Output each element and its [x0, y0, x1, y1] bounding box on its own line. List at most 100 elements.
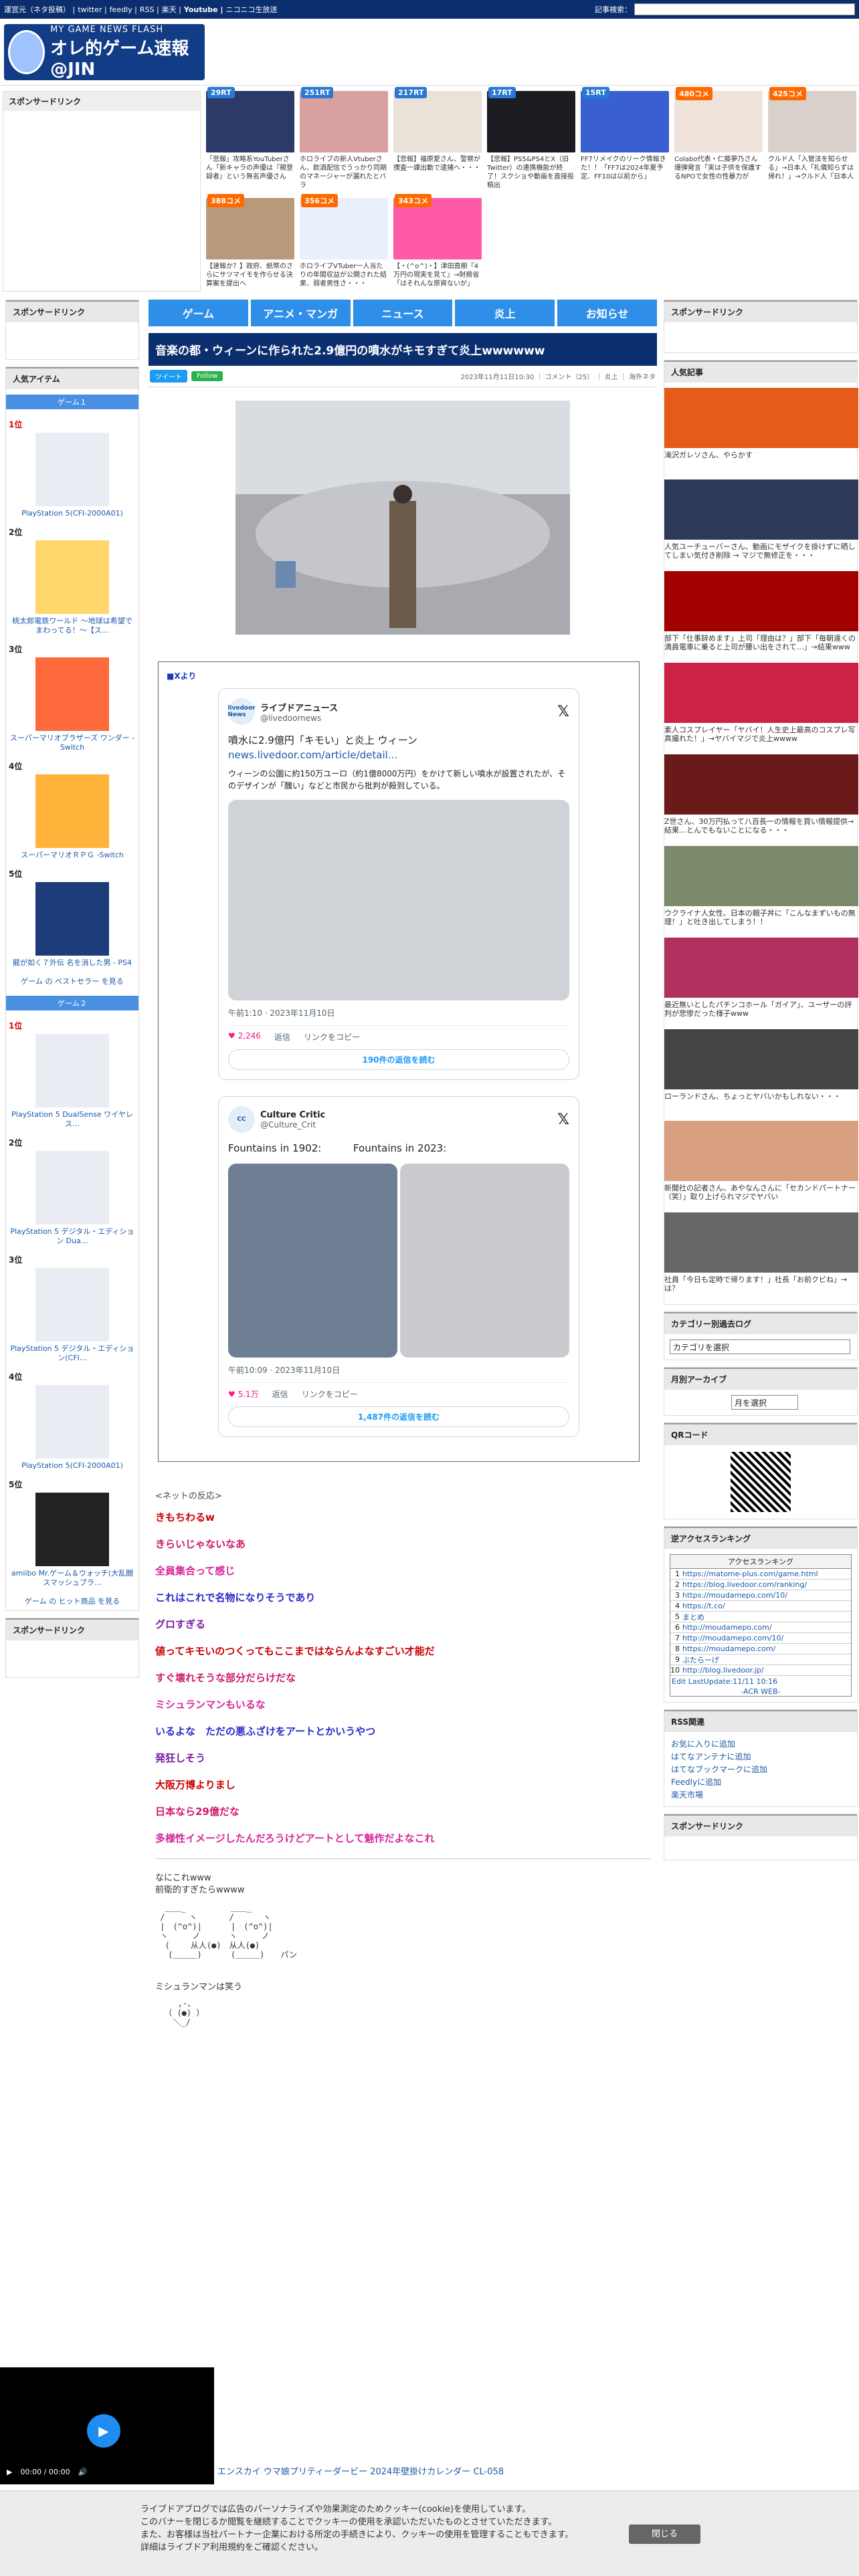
nav-tab[interactable]: ニュース: [353, 300, 453, 326]
thumb-item[interactable]: 388コメ 【速報か？】政府、紙幣のさらにサツマイモを作らせる決算案を提出へ: [206, 194, 294, 298]
pop-item[interactable]: 5位 amiibo Mr.ゲーム＆ウォッチ(大乱闘スマッシュブラ…: [6, 1475, 138, 1592]
heart-icon[interactable]: ♥ 2,246: [228, 1031, 261, 1043]
video-product-link[interactable]: エンスカイ ウマ娘プリティーダービー 2024年壁掛けカレンダー CL-058: [214, 2461, 696, 2480]
access-row[interactable]: 8 https://moudamepo.com/: [670, 1644, 851, 1654]
product-name[interactable]: PlayStation 5(CFI-2000A01): [9, 1461, 136, 1471]
pop-item[interactable]: 3位 スーパーマリオブラザーズ ワンダー -Switch: [6, 639, 138, 756]
product-name[interactable]: 桃太郎電鉄ワールド ～地球は希望でまわってる！～【ス…: [9, 617, 136, 635]
nav-tab[interactable]: ゲーム: [149, 300, 248, 326]
tweet1-share[interactable]: リンクをコピー: [304, 1031, 360, 1043]
product-name[interactable]: 龍が如く７外伝 名を消した男 - PS4: [9, 958, 136, 968]
ranking-article[interactable]: 部下「仕事辞めます」上司「理由は？」部下「毎朝遠くの満員電車に乗ると上司が腰い出…: [664, 571, 858, 655]
tweet2-share[interactable]: リンクをコピー: [302, 1388, 358, 1400]
access-footer[interactable]: -ACR WEB-: [670, 1687, 851, 1696]
product-name[interactable]: amiibo Mr.ゲーム＆ウォッチ(大乱闘スマッシュブラ…: [9, 1569, 136, 1588]
thumb-item[interactable]: 425コメ クルド人「入管法を知らせる」→日本人「礼儀知らずは帰れ！」→クルド人「…: [768, 87, 856, 191]
top-link[interactable]: Youtube |: [184, 5, 223, 14]
access-row[interactable]: 9 ぶたらーげ: [670, 1654, 851, 1665]
more2-link[interactable]: ゲーム の ヒット商品 を見る: [6, 1592, 138, 1610]
access-url[interactable]: https://matome-plus.com/game.html: [682, 1570, 818, 1578]
thumb-item[interactable]: 15RT FF7リメイクのリーク情報きた！！「FF7は2024年夏予定、FF10は…: [581, 87, 669, 191]
feedly-button[interactable]: Follow: [191, 371, 223, 381]
top-link[interactable]: ニコニコ生放送: [226, 5, 278, 14]
top-link[interactable]: twitter |: [78, 5, 106, 14]
pop-item[interactable]: 1位 PlayStation 5(CFI-2000A01): [6, 415, 138, 522]
top-link[interactable]: RSS |: [140, 5, 159, 14]
archive-select[interactable]: 月を選択: [731, 1395, 798, 1410]
access-url[interactable]: http://moudamepo.com/: [682, 1623, 772, 1632]
thumb-item[interactable]: 356コメ ホロライブVTuber一人当たりの年間収益が公開された結果、弱者男性さ…: [300, 194, 388, 298]
access-url[interactable]: https://moudamepo.com/: [682, 1644, 775, 1653]
site-logo[interactable]: MY GAME NEWS FLASH オレ的ゲーム速報@JIN: [4, 23, 205, 80]
product-name[interactable]: PlayStation 5 DualSense ワイヤレス…: [9, 1110, 136, 1129]
thumb-item[interactable]: 251RT ホロライブの新人Vtuberさん、飲酒配信でうっかり同期のマネージャー…: [300, 87, 388, 191]
access-url[interactable]: まとめ: [682, 1612, 704, 1622]
access-row[interactable]: 7 http://moudamepo.com/10/: [670, 1633, 851, 1644]
access-row[interactable]: 4 https://t.co/: [670, 1601, 851, 1612]
category-select[interactable]: カテゴリを選択: [670, 1339, 850, 1354]
top-link[interactable]: 楽天 |: [162, 5, 181, 14]
access-url[interactable]: http://moudamepo.com/10/: [682, 1634, 783, 1642]
nav-tab[interactable]: アニメ・マンガ: [250, 300, 351, 326]
play-small-icon[interactable]: ▶: [7, 2468, 12, 2476]
top-link[interactable]: feedly |: [110, 5, 137, 14]
search-input[interactable]: [634, 3, 855, 15]
rss-link[interactable]: はてなアンテナに追加: [664, 1750, 857, 1763]
product-name[interactable]: PlayStation 5(CFI-2000A01): [9, 509, 136, 518]
more1-link[interactable]: ゲーム の ベストセラー を見る: [6, 972, 138, 990]
access-update[interactable]: Edit LastUpdate:11/11 10:16: [670, 1676, 851, 1687]
nav-tab[interactable]: 炎上: [455, 300, 555, 326]
access-url[interactable]: https://moudamepo.com/10/: [682, 1591, 787, 1600]
heart-icon[interactable]: ♥ 5.1万: [228, 1388, 259, 1400]
access-url[interactable]: https://t.co/: [682, 1602, 725, 1610]
play-icon[interactable]: ▶: [87, 2414, 120, 2448]
product-name[interactable]: スーパーマリオブラザーズ ワンダー -Switch: [9, 734, 136, 752]
pop-item[interactable]: 3位 PlayStation 5 デジタル・エディション(CFI…: [6, 1250, 138, 1367]
ranking-article[interactable]: 素人コスプレイヤー「ヤバイ！人生史上最高のコスプレ写真撮れた！」→ヤバイマジで炎…: [664, 663, 858, 746]
product-name[interactable]: PlayStation 5 デジタル・エディション(CFI…: [9, 1344, 136, 1363]
access-row[interactable]: 2 https://blog.livedoor.com/ranking/: [670, 1580, 851, 1590]
thumb-item[interactable]: 17RT 【悲報】PS5&PS4とX（旧Twitter）の連携機能が終了！スクショ…: [487, 87, 575, 191]
access-url[interactable]: https://blog.livedoor.com/ranking/: [682, 1580, 807, 1589]
thumb-item[interactable]: 480コメ Colabo代表・仁藤夢乃さん爆弾発言「実は子供を保護するNPOで女性…: [674, 87, 763, 191]
pop-item[interactable]: 4位 PlayStation 5(CFI-2000A01): [6, 1367, 138, 1475]
tweet-card-2[interactable]: CC Culture Critic @Culture_Crit 𝕏 Founta…: [218, 1096, 579, 1437]
tweet1-more[interactable]: 190件の返信を読む: [228, 1049, 569, 1070]
access-row[interactable]: 3 https://moudamepo.com/10/: [670, 1590, 851, 1601]
pop-item[interactable]: 2位 PlayStation 5 デジタル・エディション Dua…: [6, 1133, 138, 1250]
pop-item[interactable]: 1位 PlayStation 5 DualSense ワイヤレス…: [6, 1016, 138, 1133]
tweet-button[interactable]: ツイート: [150, 370, 187, 383]
product-name[interactable]: PlayStation 5 デジタル・エディション Dua…: [9, 1227, 136, 1246]
pop-item[interactable]: 4位 スーパーマリオＲＰＧ -Switch: [6, 756, 138, 864]
access-url[interactable]: ぶたらーげ: [682, 1654, 719, 1665]
ranking-article[interactable]: Z世さん、30万円払って八百長一の情報を買い情報提供→結果…とんでもないことにな…: [664, 754, 858, 838]
thumb-item[interactable]: 343コメ 【・(^o^)・】津田直樹『4万円の現実を見て』→財務省「はそれんな原…: [393, 194, 482, 298]
ranking-article[interactable]: 滝沢ガレソさん、やらかす: [664, 388, 858, 471]
access-row[interactable]: 1 https://matome-plus.com/game.html: [670, 1569, 851, 1580]
cookie-close-button[interactable]: 閉じる: [629, 2525, 701, 2544]
tweet1-link[interactable]: news.livedoor.com/article/detail...: [228, 748, 569, 762]
volume-icon[interactable]: 🔊: [78, 2468, 88, 2476]
ranking-article[interactable]: 新聞社の記者さん、あやなんさんに「セカンドパートナー（笑）」取り上げられマジでヤ…: [664, 1121, 858, 1204]
product-name[interactable]: スーパーマリオＲＰＧ -Switch: [9, 851, 136, 860]
rss-link[interactable]: 楽天市場: [664, 1788, 857, 1801]
tweet1-reply[interactable]: 返信: [274, 1031, 290, 1043]
pop-item[interactable]: 5位 龍が如く７外伝 名を消した男 - PS4: [6, 864, 138, 972]
ranking-article[interactable]: 社員「今日も定時で帰ります！」社長「お前クビね」→は？: [664, 1212, 858, 1296]
rss-link[interactable]: Feedlyに追加: [664, 1776, 857, 1788]
access-row[interactable]: 10 http://blog.livedoor.jp/: [670, 1665, 851, 1676]
tweet2-more[interactable]: 1,487件の返信を読む: [228, 1406, 569, 1427]
nav-tab[interactable]: お知らせ: [557, 300, 657, 326]
thumb-item[interactable]: 29RT 「悲報」攻略系YouTuberさん「新キャラの声優は『親登録者』という無…: [206, 87, 294, 191]
access-row[interactable]: 6 http://moudamepo.com/: [670, 1622, 851, 1633]
access-url[interactable]: http://blog.livedoor.jp/: [682, 1666, 764, 1675]
ranking-article[interactable]: ローランドさん、ちょっとヤバいかもしれない・・・: [664, 1029, 858, 1113]
tweet-card-1[interactable]: livedoor News ライブドアニュース @livedoornews 𝕏 …: [218, 688, 579, 1080]
top-link[interactable]: 運営元（ネタ投稿） |: [4, 5, 75, 14]
thumb-item[interactable]: 217RT 【悲報】福原愛さん、警察が捜査一課出動で逮捕へ・・・: [393, 87, 482, 191]
rss-link[interactable]: お気に入りに追加: [664, 1737, 857, 1750]
pop-item[interactable]: 2位 桃太郎電鉄ワールド ～地球は希望でまわってる！～【ス…: [6, 522, 138, 639]
ranking-article[interactable]: 人気ユーチューバーさん、動画にモザイクを掛けずに晒してしまい気付き削除 → マジ…: [664, 479, 858, 563]
rss-link[interactable]: はてなブックマークに追加: [664, 1763, 857, 1776]
tweet2-reply[interactable]: 返信: [272, 1388, 288, 1400]
